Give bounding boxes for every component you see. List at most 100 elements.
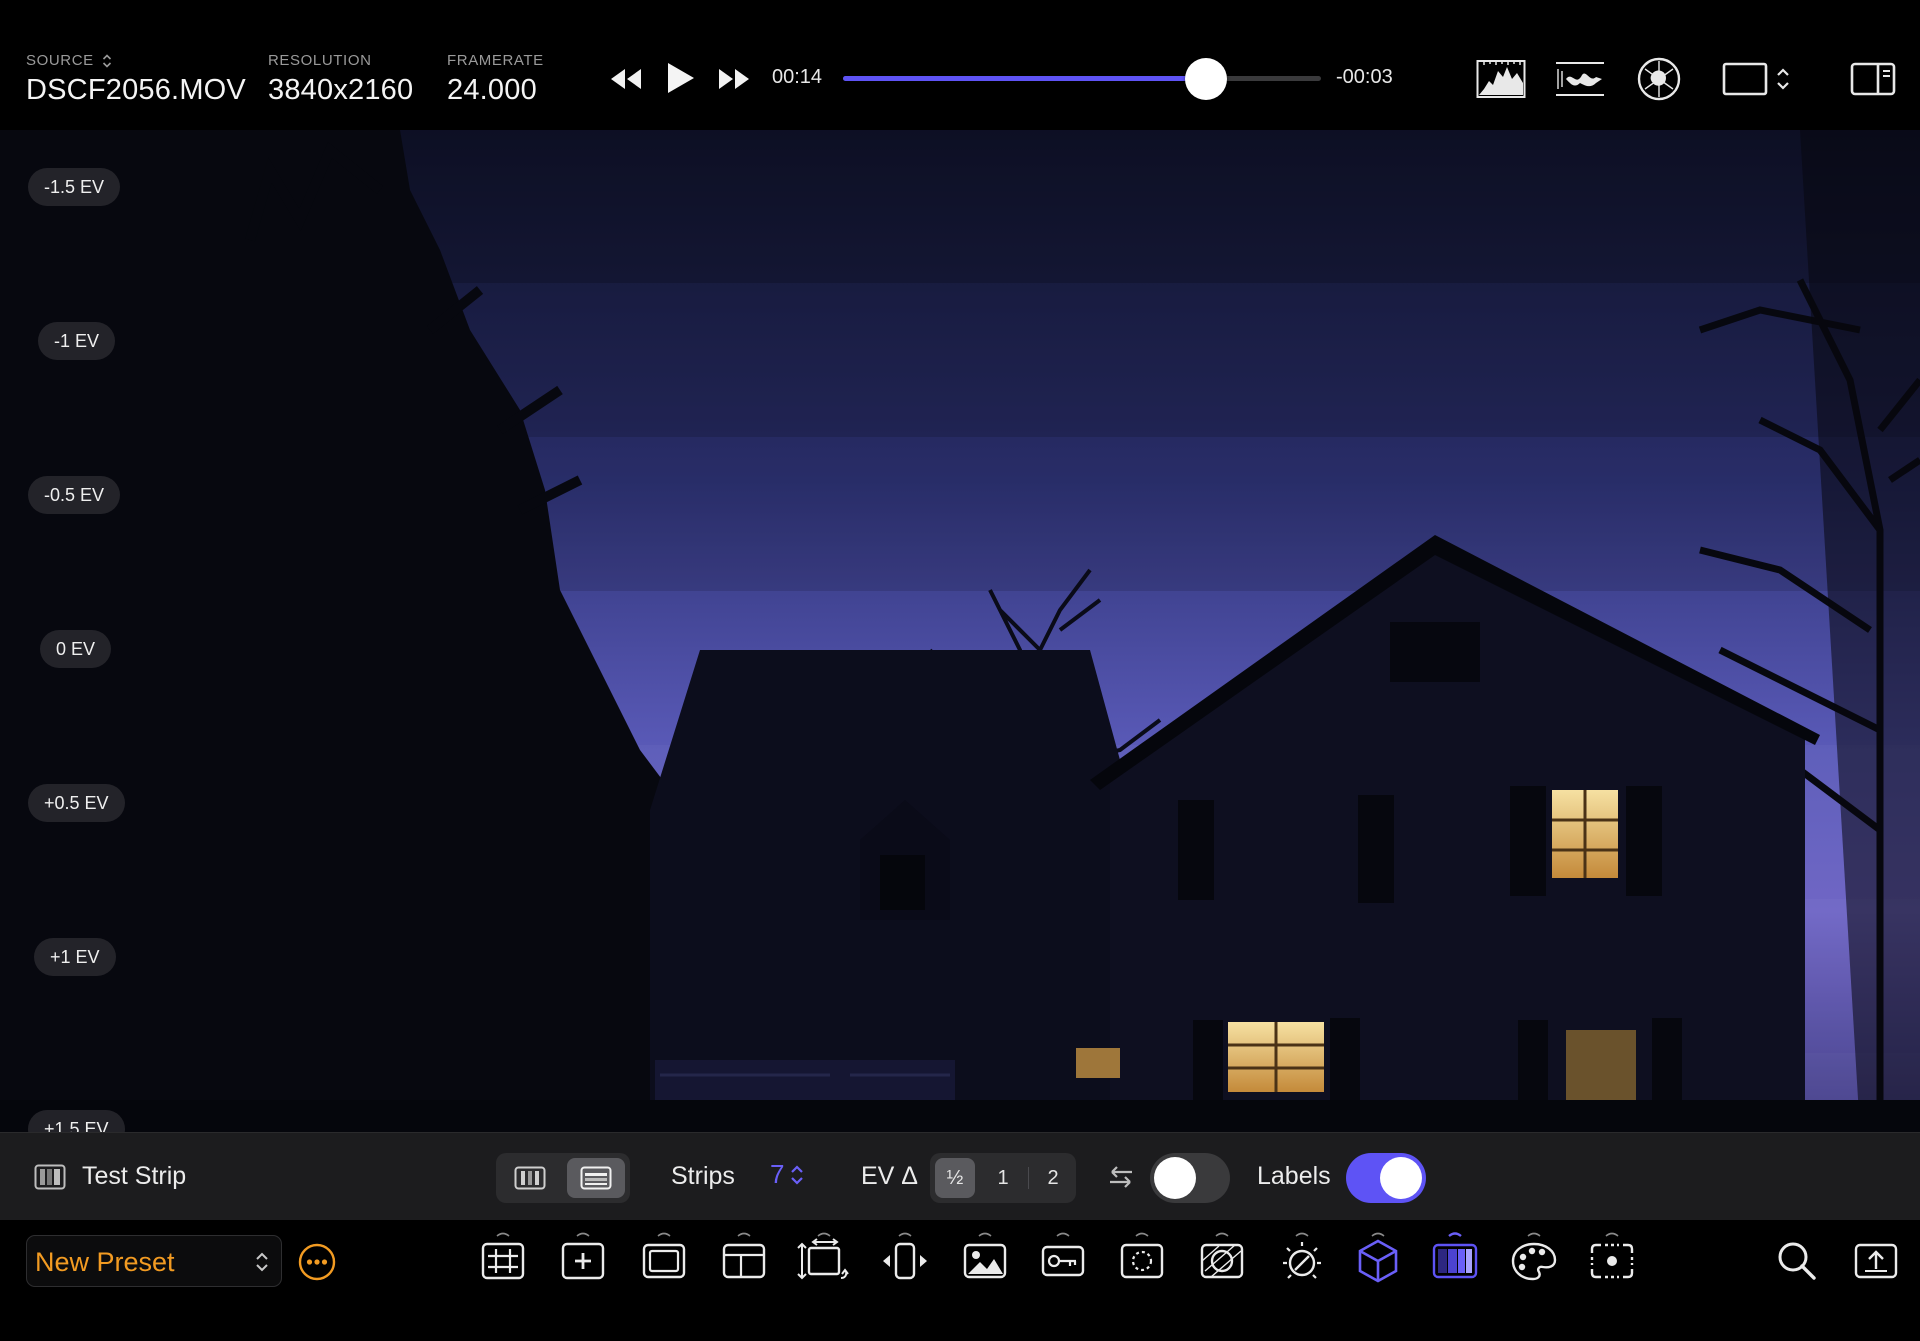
selection-icon bbox=[1120, 1243, 1164, 1279]
cube-lut-icon bbox=[1358, 1239, 1398, 1283]
scrubber-handle[interactable] bbox=[1185, 58, 1228, 100]
vertical-strips-icon bbox=[514, 1166, 546, 1190]
framerate-label: FRAMERATE bbox=[447, 52, 544, 69]
test-strip-bar: Test Strip Strips 7 EV Δ ½ 1 2 Labels bbox=[0, 1132, 1920, 1220]
aspect-frame-icon bbox=[1722, 62, 1789, 96]
tool-indicator bbox=[496, 1232, 510, 1237]
ev-delta-one-button[interactable]: 1 bbox=[983, 1158, 1023, 1198]
ev-label-4: +0.5 EV bbox=[28, 784, 125, 822]
layout-icon bbox=[722, 1243, 766, 1279]
ev-delta-half-button[interactable]: ½ bbox=[935, 1158, 975, 1198]
video-frame bbox=[0, 130, 1920, 1132]
frame-tool-button[interactable] bbox=[636, 1232, 692, 1287]
horizontal-strips-icon bbox=[580, 1166, 612, 1190]
preset-stepper-icon bbox=[256, 1252, 268, 1272]
fast-forward-button[interactable] bbox=[712, 62, 756, 96]
segment-divider bbox=[1028, 1167, 1029, 1189]
strips-label: Strips bbox=[671, 1162, 735, 1190]
strips-stepper[interactable]: 7 bbox=[770, 1159, 804, 1190]
ev-label-6: +1.5 EV bbox=[28, 1110, 125, 1132]
app-window: SOURCE DSCF2056.MOV RESOLUTION 3840x2160… bbox=[0, 0, 1920, 1341]
vectorscope-button[interactable] bbox=[1634, 54, 1684, 104]
grid-icon bbox=[481, 1242, 525, 1280]
cube-lut-tool-button[interactable] bbox=[1350, 1232, 1406, 1287]
labels-toggle-knob bbox=[1380, 1157, 1422, 1199]
vertical-strips-button[interactable] bbox=[501, 1158, 559, 1198]
tool-indicator bbox=[817, 1232, 831, 1237]
selection-tool-button[interactable] bbox=[1114, 1232, 1170, 1287]
test-strip-title: Test Strip bbox=[82, 1162, 187, 1190]
swap-icon bbox=[1110, 1166, 1132, 1188]
scrubber-progress bbox=[843, 76, 1207, 81]
key-tool-button[interactable] bbox=[1035, 1232, 1091, 1287]
video-viewer[interactable]: -1.5 EV -1 EV -0.5 EV 0 EV +0.5 EV +1 EV… bbox=[0, 130, 1920, 1132]
more-icon bbox=[298, 1243, 336, 1281]
preset-selector[interactable]: New Preset bbox=[26, 1235, 282, 1287]
focus-tool-button[interactable] bbox=[1584, 1232, 1640, 1287]
top-bar: SOURCE DSCF2056.MOV RESOLUTION 3840x2160… bbox=[0, 0, 1920, 130]
ev-delta-label: EV Δ bbox=[861, 1162, 918, 1190]
ev-label-3: 0 EV bbox=[40, 630, 112, 668]
play-button[interactable] bbox=[660, 58, 700, 98]
flip-icon bbox=[883, 1242, 927, 1280]
test-strip-icon bbox=[34, 1164, 66, 1190]
tool-indicator bbox=[1135, 1232, 1149, 1237]
labels-toggle[interactable] bbox=[1346, 1153, 1426, 1203]
waveform-button[interactable] bbox=[1552, 56, 1608, 102]
source-info[interactable]: SOURCE DSCF2056.MOV bbox=[26, 52, 246, 107]
resolution-info: RESOLUTION 3840x2160 bbox=[268, 52, 413, 107]
rewind-button[interactable] bbox=[604, 62, 648, 96]
remaining-time: -00:03 bbox=[1336, 66, 1393, 88]
add-frame-icon bbox=[561, 1242, 605, 1280]
test-strip-tool-icon bbox=[1432, 1243, 1478, 1279]
palette-tool-button[interactable] bbox=[1506, 1232, 1562, 1287]
sidebar-toggle-button[interactable] bbox=[1848, 58, 1898, 100]
ev-delta-segmented-control: ½ 1 2 bbox=[930, 1153, 1076, 1203]
horizontal-strips-button[interactable] bbox=[567, 1158, 625, 1198]
fast-forward-icon bbox=[719, 69, 749, 89]
swap-toggle[interactable] bbox=[1150, 1153, 1230, 1203]
ev-label-1: -1 EV bbox=[38, 322, 116, 360]
timeline-scrubber[interactable] bbox=[843, 58, 1321, 100]
exposure-tool-button[interactable] bbox=[1274, 1232, 1330, 1287]
export-button[interactable] bbox=[1848, 1235, 1904, 1287]
palette-icon bbox=[1511, 1242, 1557, 1281]
tool-indicator bbox=[657, 1232, 671, 1237]
frame-icon bbox=[642, 1243, 686, 1279]
tool-indicator bbox=[898, 1232, 912, 1237]
tool-indicator bbox=[1448, 1232, 1462, 1237]
rewind-icon bbox=[611, 69, 641, 89]
tool-indicator bbox=[1605, 1232, 1619, 1237]
elapsed-time: 00:14 bbox=[772, 66, 823, 88]
tool-indicator bbox=[1215, 1232, 1229, 1237]
source-stepper-icon[interactable] bbox=[102, 53, 112, 69]
source-label: SOURCE bbox=[26, 52, 94, 69]
search-icon bbox=[1778, 1242, 1816, 1280]
tool-indicator bbox=[576, 1232, 590, 1237]
tool-indicator bbox=[978, 1232, 992, 1237]
histogram-button[interactable] bbox=[1474, 56, 1528, 102]
labels-label: Labels bbox=[1257, 1162, 1331, 1190]
preset-more-button[interactable] bbox=[298, 1243, 336, 1281]
waveform-icon bbox=[1556, 62, 1604, 96]
exposure-icon bbox=[1283, 1242, 1321, 1279]
orientation-segmented-control bbox=[496, 1153, 630, 1203]
mask-tool-button[interactable] bbox=[1194, 1232, 1250, 1287]
search-button[interactable] bbox=[1769, 1235, 1825, 1287]
focus-icon bbox=[1590, 1243, 1634, 1279]
layout-tool-button[interactable] bbox=[716, 1232, 772, 1287]
test-strip-tool-button[interactable] bbox=[1427, 1232, 1483, 1287]
image-tool-button[interactable] bbox=[957, 1232, 1013, 1287]
tool-indicator bbox=[737, 1232, 751, 1237]
ev-delta-two-button[interactable]: 2 bbox=[1033, 1158, 1073, 1198]
grid-tool-button[interactable] bbox=[475, 1232, 531, 1287]
aspect-ratio-button[interactable] bbox=[1722, 58, 1798, 100]
bottom-toolbar: New Preset bbox=[0, 1220, 1920, 1341]
preset-name: New Preset bbox=[35, 1247, 175, 1277]
transform-tool-button[interactable] bbox=[796, 1232, 852, 1287]
vectorscope-icon bbox=[1637, 57, 1681, 101]
play-icon bbox=[668, 63, 694, 93]
strips-value: 7 bbox=[770, 1159, 785, 1189]
flip-tool-button[interactable] bbox=[877, 1232, 933, 1287]
add-frame-tool-button[interactable] bbox=[555, 1232, 611, 1287]
